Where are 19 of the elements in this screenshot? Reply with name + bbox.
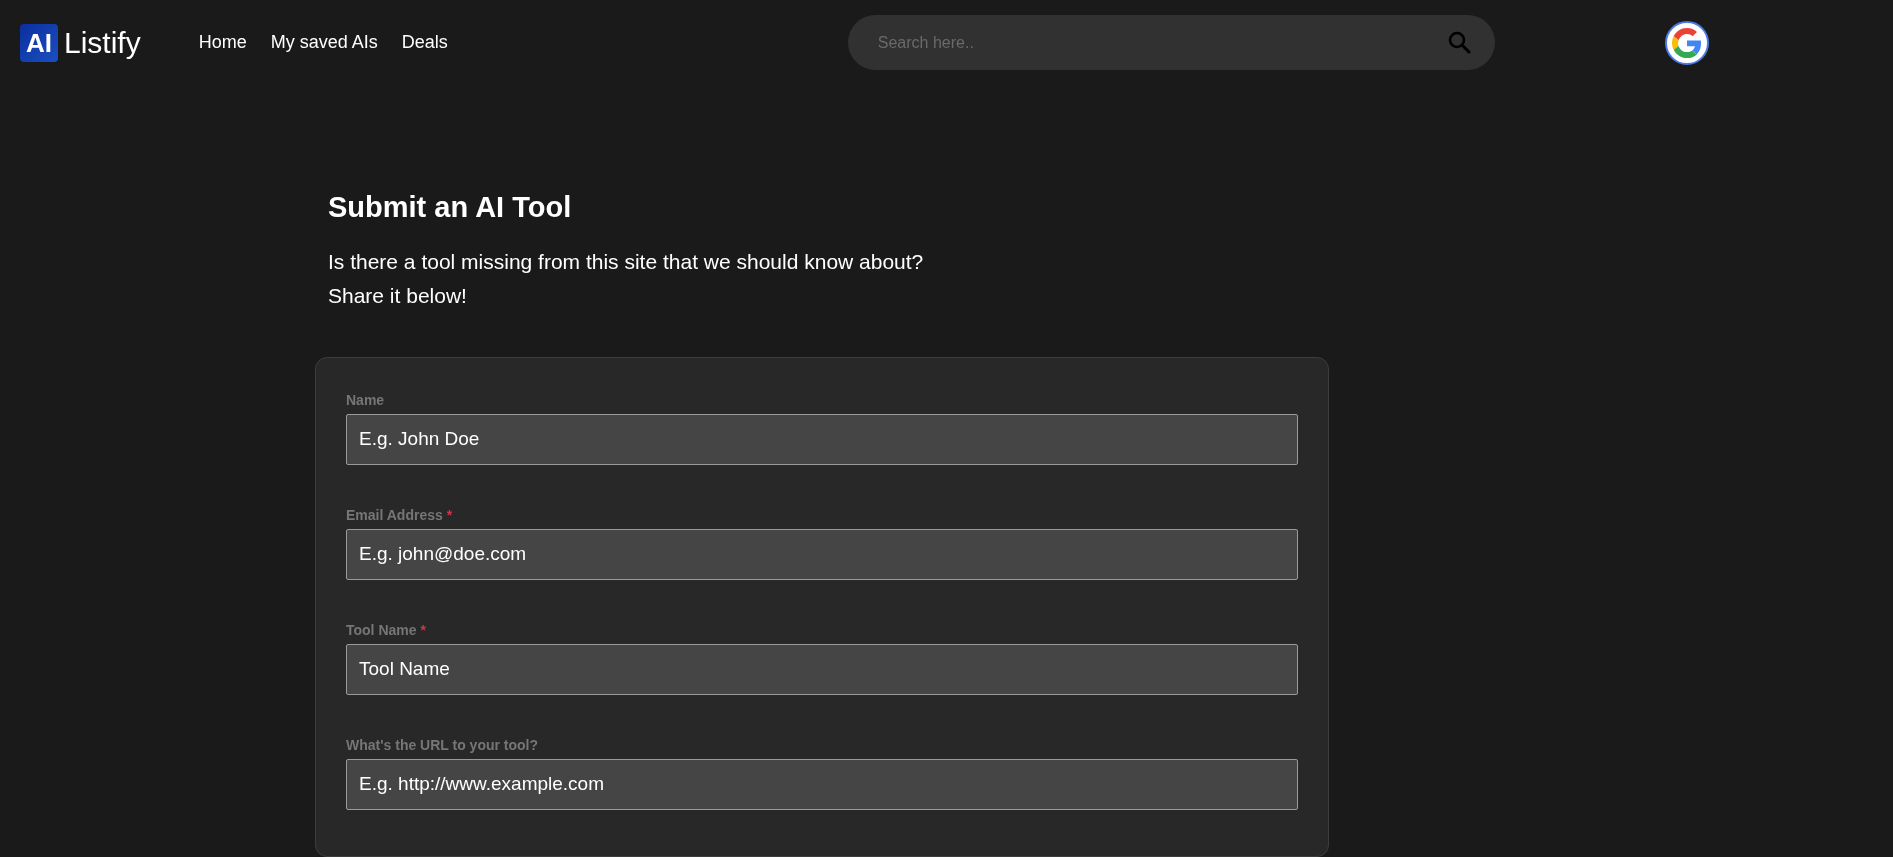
nav-link[interactable]: Home	[198, 29, 247, 56]
required-mark: *	[446, 505, 453, 525]
input-field[interactable]: E.g. http://www.example.com	[346, 758, 1298, 810]
field-label: Tool Name	[346, 620, 417, 640]
input-field[interactable]: E.g. John Doe	[346, 413, 1298, 465]
input-field[interactable]: E.g. john@doe.com	[346, 528, 1298, 580]
logo-badge[interactable]: AI	[20, 23, 58, 62]
required-mark: *	[420, 620, 426, 640]
nav-link[interactable]: My saved AIs	[270, 29, 378, 56]
field-label: Email Address	[346, 505, 443, 525]
intro-text: Is there a tool missing from this site that we should know about?	[328, 248, 925, 275]
field-label: What's the URL to your tool?	[346, 735, 539, 755]
logo-text[interactable]: Listify	[64, 20, 141, 65]
field-label: Name	[346, 390, 385, 410]
nav-link[interactable]: Deals	[401, 29, 448, 56]
intro-text: Share it below!	[328, 282, 468, 309]
page-title: Submit an AI Tool	[328, 190, 573, 225]
search-field[interactable]: Search here..	[847, 15, 1495, 70]
input-field[interactable]: Tool Name	[346, 643, 1298, 695]
